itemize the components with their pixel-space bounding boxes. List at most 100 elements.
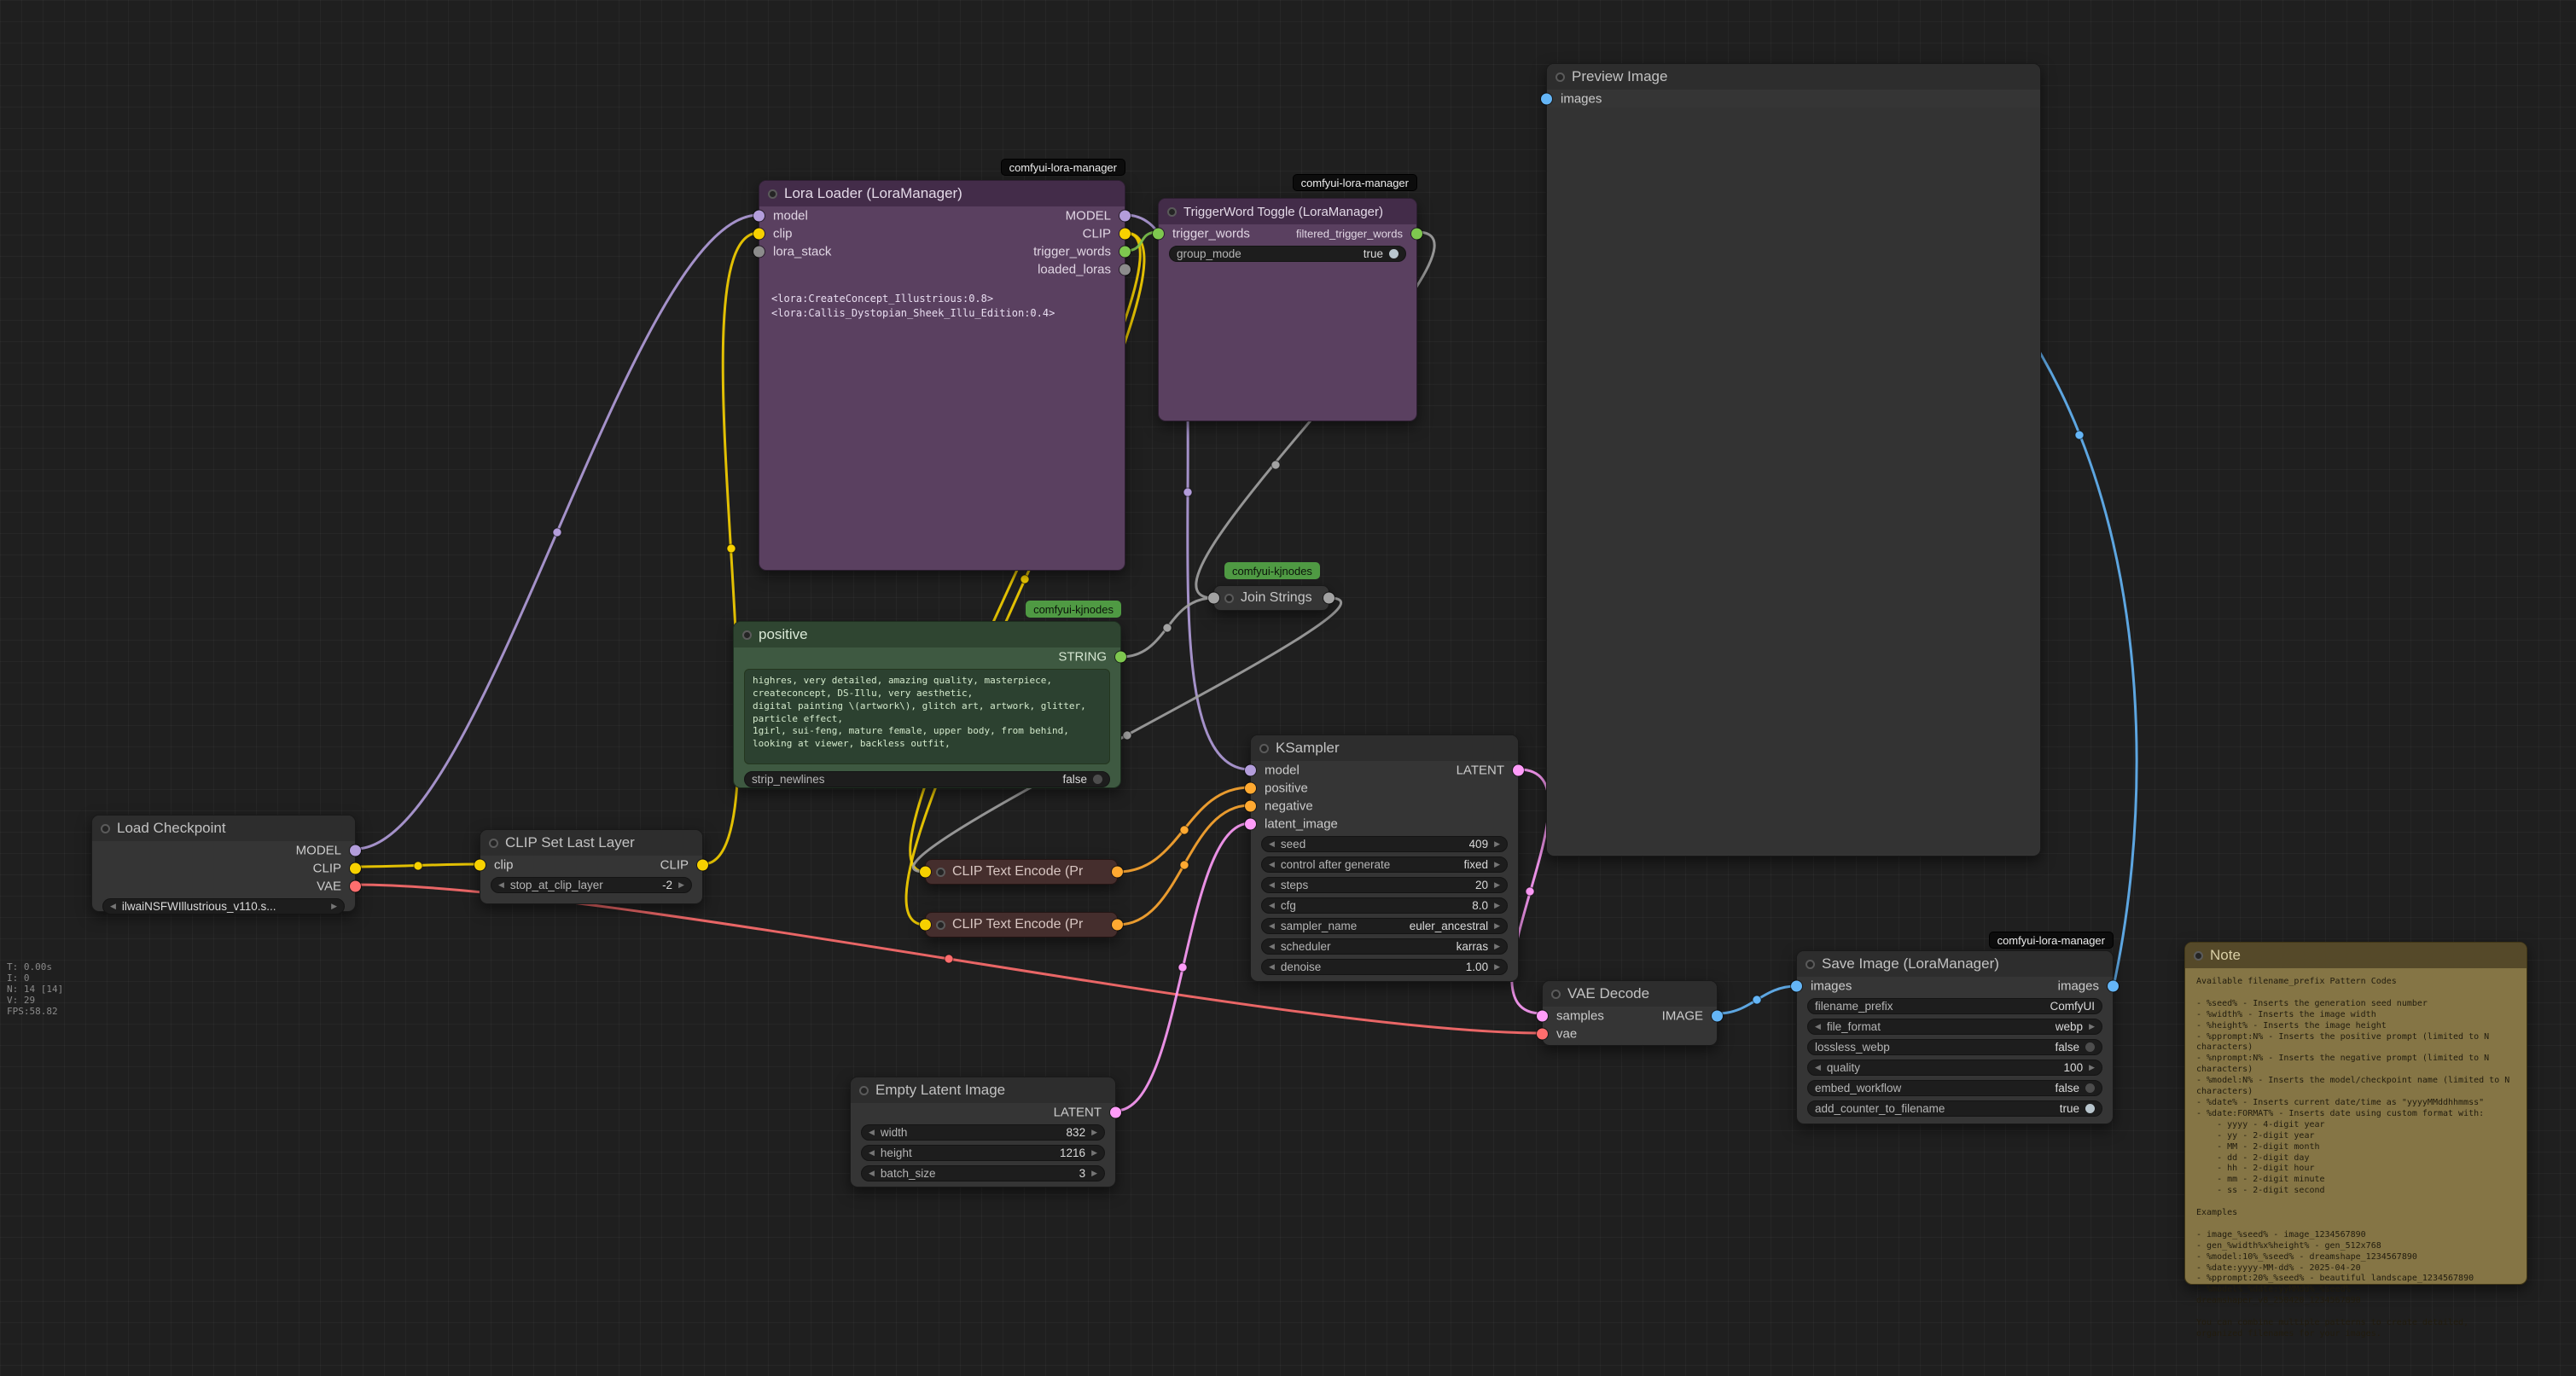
decrement-icon[interactable]: ◀ (1269, 902, 1275, 909)
output-port-model[interactable] (350, 845, 361, 856)
increment-icon[interactable]: ▶ (1494, 881, 1500, 889)
widget-scheduler[interactable]: ◀ scheduler karras ▶ (1261, 938, 1508, 955)
node-load-checkpoint[interactable]: Load Checkpoint MODEL CLIP VAE ◀ ilwaiNS… (91, 815, 356, 912)
node-header[interactable]: Empty Latent Image (851, 1077, 1115, 1103)
node-header[interactable]: TriggerWord Toggle (LoraManager) (1159, 199, 1416, 224)
prompt-textarea[interactable]: highres, very detailed, amazing quality,… (744, 669, 1110, 764)
node-preview-image[interactable]: Preview Image images (1546, 63, 2041, 856)
collapse-toggle-icon[interactable] (742, 630, 752, 640)
toggle-pip-icon[interactable] (1389, 249, 1398, 258)
node-vae-decode[interactable]: VAE Decode samples IMAGE vae (1542, 980, 1718, 1046)
decrement-icon[interactable]: ◀ (1269, 881, 1275, 889)
combo-next-icon[interactable]: ▶ (2089, 1023, 2095, 1031)
increment-icon[interactable]: ▶ (678, 881, 684, 889)
increment-icon[interactable]: ▶ (1494, 902, 1500, 909)
decrement-icon[interactable]: ◀ (869, 1129, 875, 1136)
collapse-toggle-icon[interactable] (768, 189, 777, 199)
collapse-toggle-icon[interactable] (1806, 960, 1815, 969)
output-port-loaded-loras[interactable] (1119, 264, 1131, 275)
output-port-filtered-trigger-words[interactable] (1411, 228, 1422, 239)
input-port-negative[interactable] (1245, 800, 1256, 811)
input-port-clip[interactable] (753, 228, 765, 239)
input-port-clip[interactable] (920, 867, 931, 878)
input-port-strings[interactable] (1208, 593, 1219, 604)
node-header[interactable]: Save Image (LoraManager) (1797, 951, 2113, 977)
node-clip-text-encode-negative[interactable]: CLIP Text Encode (Pr (925, 912, 1118, 938)
input-port-clip[interactable] (920, 920, 931, 931)
increment-icon[interactable]: ▶ (1494, 840, 1500, 848)
toggle-pip-icon[interactable] (2085, 1083, 2095, 1093)
widget-filename-prefix[interactable]: filename_prefix ComfyUI (1807, 998, 2102, 1014)
output-port-clip[interactable] (1119, 228, 1131, 239)
widget-embed-workflow[interactable]: embed_workflow false (1807, 1080, 2102, 1096)
widget-quality[interactable]: ◀ quality 100 ▶ (1807, 1060, 2102, 1076)
output-port-string[interactable] (1115, 651, 1126, 662)
output-port-conditioning[interactable] (1112, 920, 1123, 931)
collapse-toggle-icon[interactable] (859, 1086, 869, 1095)
node-header[interactable]: VAE Decode (1543, 981, 1717, 1007)
widget-cfg[interactable]: ◀ cfg 8.0 ▶ (1261, 897, 1508, 914)
widget-file-format[interactable]: ◀ file_format webp ▶ (1807, 1019, 2102, 1035)
increment-icon[interactable]: ▶ (2089, 1064, 2095, 1071)
widget-batch-size[interactable]: ◀ batch_size 3 ▶ (861, 1165, 1105, 1182)
output-port-joined-string[interactable] (1323, 593, 1335, 604)
input-port-model[interactable] (1245, 764, 1256, 775)
output-port-latent[interactable] (1110, 1106, 1121, 1118)
input-port-images[interactable] (1541, 93, 1552, 104)
node-lora-loader[interactable]: Lora Loader (LoraManager) model MODEL cl… (759, 180, 1125, 571)
note-text[interactable]: Available filename_prefix Pattern Codes … (2185, 968, 2527, 1349)
output-port-image[interactable] (1712, 1010, 1723, 1021)
output-port-model[interactable] (1119, 210, 1131, 221)
node-header[interactable]: Lora Loader (LoraManager) (759, 181, 1125, 206)
node-ksampler[interactable]: KSampler model LATENT positive negative … (1250, 734, 1519, 982)
collapse-toggle-icon[interactable] (1167, 207, 1177, 217)
increment-icon[interactable]: ▶ (1494, 963, 1500, 971)
collapse-toggle-icon[interactable] (489, 839, 498, 848)
output-port-latent[interactable] (1513, 764, 1524, 775)
collapse-toggle-icon[interactable] (1551, 990, 1561, 999)
decrement-icon[interactable]: ◀ (498, 881, 504, 889)
output-port-conditioning[interactable] (1112, 867, 1123, 878)
widget-add-counter-to-filename[interactable]: add_counter_to_filename true (1807, 1100, 2102, 1117)
widget-steps[interactable]: ◀ steps 20 ▶ (1261, 877, 1508, 893)
collapse-toggle-icon[interactable] (2194, 951, 2203, 961)
combo-prev-icon[interactable]: ◀ (110, 903, 116, 910)
toggle-pip-icon[interactable] (1093, 775, 1102, 784)
widget-stop-at-clip-layer[interactable]: ◀ stop_at_clip_layer -2 ▶ (491, 877, 692, 893)
output-port-clip[interactable] (697, 859, 708, 870)
collapse-toggle-icon[interactable] (1224, 594, 1234, 603)
node-note[interactable]: Note Available filename_prefix Pattern C… (2184, 942, 2527, 1285)
decrement-icon[interactable]: ◀ (869, 1170, 875, 1177)
collapse-toggle-icon[interactable] (936, 868, 945, 877)
decrement-icon[interactable]: ◀ (869, 1149, 875, 1157)
output-port-vae[interactable] (350, 880, 361, 891)
node-positive-prompt[interactable]: positive STRING highres, very detailed, … (733, 621, 1121, 788)
lora-list-text[interactable]: <lora:CreateConcept_Illustrious:0.8> <lo… (771, 292, 1113, 321)
increment-icon[interactable]: ▶ (1091, 1149, 1097, 1157)
toggle-pip-icon[interactable] (2085, 1104, 2095, 1113)
increment-icon[interactable]: ▶ (1091, 1129, 1097, 1136)
node-header[interactable]: Preview Image (1547, 64, 2040, 90)
node-header[interactable]: Note (2185, 943, 2527, 968)
input-port-vae[interactable] (1537, 1028, 1548, 1039)
widget-sampler-name[interactable]: ◀ sampler_name euler_ancestral ▶ (1261, 918, 1508, 934)
input-port-clip[interactable] (474, 859, 486, 870)
decrement-icon[interactable]: ◀ (1269, 963, 1275, 971)
node-graph-canvas[interactable]: comfyui-lora-manager comfyui-lora-manage… (0, 0, 2576, 1376)
collapse-toggle-icon[interactable] (101, 824, 110, 833)
collapse-toggle-icon[interactable] (936, 920, 945, 930)
node-empty-latent-image[interactable]: Empty Latent Image LATENT ◀ width 832 ▶ … (850, 1077, 1116, 1187)
combo-prev-icon[interactable]: ◀ (1815, 1023, 1821, 1031)
combo-prev-icon[interactable]: ◀ (1269, 943, 1275, 950)
node-triggerword-toggle[interactable]: TriggerWord Toggle (LoraManager) trigger… (1158, 198, 1417, 421)
node-header[interactable]: CLIP Set Last Layer (480, 830, 702, 856)
input-port-trigger-words[interactable] (1153, 228, 1164, 239)
node-header[interactable]: Load Checkpoint (92, 816, 355, 841)
combo-next-icon[interactable]: ▶ (1494, 922, 1500, 930)
node-header[interactable]: KSampler (1251, 735, 1518, 761)
widget-control-after-generate[interactable]: ◀ control after generate fixed ▶ (1261, 856, 1508, 873)
widget-group-mode[interactable]: group_mode true (1169, 246, 1406, 262)
combo-next-icon[interactable]: ▶ (1494, 861, 1500, 868)
widget-denoise[interactable]: ◀ denoise 1.00 ▶ (1261, 959, 1508, 975)
output-port-trigger-words[interactable] (1119, 246, 1131, 257)
